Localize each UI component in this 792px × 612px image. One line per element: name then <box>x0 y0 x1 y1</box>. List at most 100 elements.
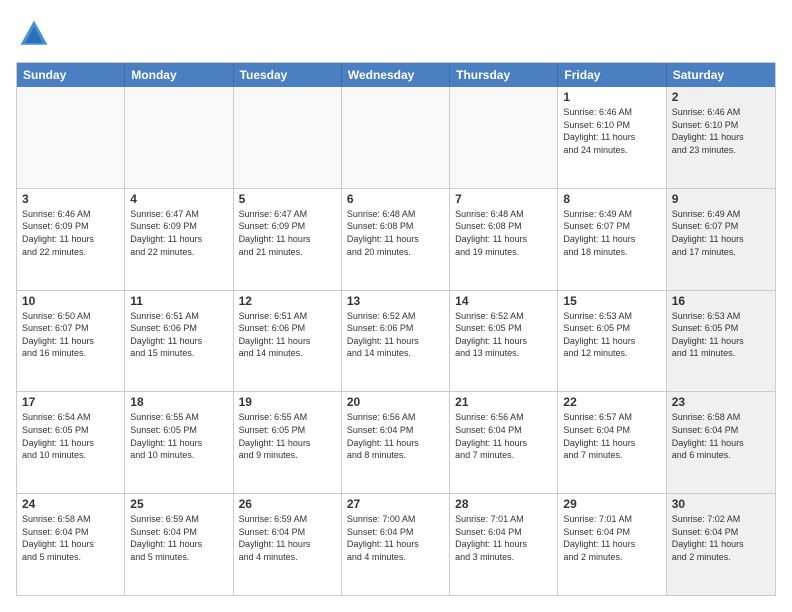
cell-info: Sunrise: 6:46 AMSunset: 6:09 PMDaylight:… <box>22 208 119 258</box>
cal-cell: 8Sunrise: 6:49 AMSunset: 6:07 PMDaylight… <box>558 189 666 290</box>
logo <box>16 16 56 52</box>
cal-cell: 18 Sunrise: 6:55 AMSunset: 6:05 PMDayligh… <box>125 392 233 493</box>
cal-cell: 3 Sunrise: 6:46 AMSunset: 6:09 PMDaylight… <box>17 189 125 290</box>
cell-info: Sunrise: 6:51 AMSunset: 6:06 PMDaylight:… <box>130 310 227 360</box>
day-number: 23 <box>672 395 770 409</box>
cal-cell: 15 Sunrise: 6:53 AMSunset: 6:05 PMDayligh… <box>558 291 666 392</box>
cell-info: Sunrise: 6:52 AMSunset: 6:06 PMDaylight:… <box>347 310 444 360</box>
page: SundayMondayTuesdayWednesdayThursdayFrid… <box>0 0 792 612</box>
day-number: 14 <box>455 294 552 308</box>
day-number: 30 <box>672 497 770 511</box>
calendar: SundayMondayTuesdayWednesdayThursdayFrid… <box>16 62 776 596</box>
cell-info: Sunrise: 6:47 AMSunset: 6:09 PMDaylight:… <box>239 208 336 258</box>
cell-info: Sunrise: 6:56 AMSunset: 6:04 PMDaylight:… <box>347 411 444 461</box>
cal-cell: 10 Sunrise: 6:50 AMSunset: 6:07 PMDayligh… <box>17 291 125 392</box>
cal-cell: 27 Sunrise: 7:00 AMSunset: 6:04 PMDayligh… <box>342 494 450 595</box>
cell-info: Sunrise: 6:58 AMSunset: 6:04 PMDaylight:… <box>22 513 119 563</box>
cal-cell <box>342 87 450 188</box>
header-day-sunday: Sunday <box>17 63 125 87</box>
cal-cell <box>234 87 342 188</box>
day-number: 18 <box>130 395 227 409</box>
cell-info: Sunrise: 6:50 AMSunset: 6:07 PMDaylight:… <box>22 310 119 360</box>
cal-cell: 12Sunrise: 6:51 AMSunset: 6:06 PMDayligh… <box>234 291 342 392</box>
day-number: 6 <box>347 192 444 206</box>
day-number: 27 <box>347 497 444 511</box>
day-number: 10 <box>22 294 119 308</box>
day-number: 11 <box>130 294 227 308</box>
cell-info: Sunrise: 6:57 AMSunset: 6:04 PMDaylight:… <box>563 411 660 461</box>
cal-cell: 19Sunrise: 6:55 AMSunset: 6:05 PMDayligh… <box>234 392 342 493</box>
day-number: 9 <box>672 192 770 206</box>
calendar-row-4: 24 Sunrise: 6:58 AMSunset: 6:04 PMDayligh… <box>17 493 775 595</box>
cal-cell: 7Sunrise: 6:48 AMSunset: 6:08 PMDaylight… <box>450 189 558 290</box>
cell-info: Sunrise: 7:01 AMSunset: 6:04 PMDaylight:… <box>563 513 660 563</box>
day-number: 26 <box>239 497 336 511</box>
cell-info: Sunrise: 6:46 AMSunset: 6:10 PMDaylight:… <box>563 106 660 156</box>
day-number: 2 <box>672 90 770 104</box>
day-number: 3 <box>22 192 119 206</box>
cal-cell: 5 Sunrise: 6:47 AMSunset: 6:09 PMDaylight… <box>234 189 342 290</box>
calendar-body: 1 Sunrise: 6:46 AMSunset: 6:10 PMDaylight… <box>17 87 775 595</box>
cell-info: Sunrise: 6:48 AMSunset: 6:08 PMDaylight:… <box>455 208 552 258</box>
cal-cell: 24 Sunrise: 6:58 AMSunset: 6:04 PMDayligh… <box>17 494 125 595</box>
cell-info: Sunrise: 6:51 AMSunset: 6:06 PMDaylight:… <box>239 310 336 360</box>
cal-cell: 28 Sunrise: 7:01 AMSunset: 6:04 PMDayligh… <box>450 494 558 595</box>
day-number: 21 <box>455 395 552 409</box>
calendar-row-2: 10 Sunrise: 6:50 AMSunset: 6:07 PMDayligh… <box>17 290 775 392</box>
cal-cell: 23 Sunrise: 6:58 AMSunset: 6:04 PMDayligh… <box>667 392 775 493</box>
cal-cell: 25Sunrise: 6:59 AMSunset: 6:04 PMDayligh… <box>125 494 233 595</box>
cal-cell: 11 Sunrise: 6:51 AMSunset: 6:06 PMDayligh… <box>125 291 233 392</box>
cell-info: Sunrise: 6:59 AMSunset: 6:04 PMDaylight:… <box>239 513 336 563</box>
cal-cell: 16 Sunrise: 6:53 AMSunset: 6:05 PMDayligh… <box>667 291 775 392</box>
cal-cell: 22Sunrise: 6:57 AMSunset: 6:04 PMDayligh… <box>558 392 666 493</box>
cell-info: Sunrise: 7:02 AMSunset: 6:04 PMDaylight:… <box>672 513 770 563</box>
cal-cell: 20 Sunrise: 6:56 AMSunset: 6:04 PMDayligh… <box>342 392 450 493</box>
day-number: 28 <box>455 497 552 511</box>
cal-cell: 13Sunrise: 6:52 AMSunset: 6:06 PMDayligh… <box>342 291 450 392</box>
day-number: 20 <box>347 395 444 409</box>
cal-cell: 30 Sunrise: 7:02 AMSunset: 6:04 PMDayligh… <box>667 494 775 595</box>
cal-cell <box>450 87 558 188</box>
cal-cell: 1 Sunrise: 6:46 AMSunset: 6:10 PMDaylight… <box>558 87 666 188</box>
cell-info: Sunrise: 6:54 AMSunset: 6:05 PMDaylight:… <box>22 411 119 461</box>
cal-cell: 17Sunrise: 6:54 AMSunset: 6:05 PMDayligh… <box>17 392 125 493</box>
cell-info: Sunrise: 6:48 AMSunset: 6:08 PMDaylight:… <box>347 208 444 258</box>
cell-info: Sunrise: 6:49 AMSunset: 6:07 PMDaylight:… <box>672 208 770 258</box>
cal-cell: 2 Sunrise: 6:46 AMSunset: 6:10 PMDaylight… <box>667 87 775 188</box>
cal-cell <box>125 87 233 188</box>
day-number: 16 <box>672 294 770 308</box>
cell-info: Sunrise: 7:01 AMSunset: 6:04 PMDaylight:… <box>455 513 552 563</box>
day-number: 24 <box>22 497 119 511</box>
day-number: 19 <box>239 395 336 409</box>
day-number: 29 <box>563 497 660 511</box>
cell-info: Sunrise: 6:46 AMSunset: 6:10 PMDaylight:… <box>672 106 770 156</box>
header-day-wednesday: Wednesday <box>342 63 450 87</box>
cell-info: Sunrise: 6:58 AMSunset: 6:04 PMDaylight:… <box>672 411 770 461</box>
day-number: 8 <box>563 192 660 206</box>
header-day-thursday: Thursday <box>450 63 558 87</box>
calendar-row-0: 1 Sunrise: 6:46 AMSunset: 6:10 PMDaylight… <box>17 87 775 188</box>
cell-info: Sunrise: 7:00 AMSunset: 6:04 PMDaylight:… <box>347 513 444 563</box>
cell-info: Sunrise: 6:56 AMSunset: 6:04 PMDaylight:… <box>455 411 552 461</box>
cell-info: Sunrise: 6:55 AMSunset: 6:05 PMDaylight:… <box>130 411 227 461</box>
cal-cell: 4Sunrise: 6:47 AMSunset: 6:09 PMDaylight… <box>125 189 233 290</box>
day-number: 5 <box>239 192 336 206</box>
cal-cell: 21 Sunrise: 6:56 AMSunset: 6:04 PMDayligh… <box>450 392 558 493</box>
logo-icon <box>16 16 52 52</box>
calendar-row-1: 3 Sunrise: 6:46 AMSunset: 6:09 PMDaylight… <box>17 188 775 290</box>
day-number: 15 <box>563 294 660 308</box>
cal-cell: 9 Sunrise: 6:49 AMSunset: 6:07 PMDaylight… <box>667 189 775 290</box>
cal-cell: 6 Sunrise: 6:48 AMSunset: 6:08 PMDaylight… <box>342 189 450 290</box>
header-day-friday: Friday <box>558 63 666 87</box>
cell-info: Sunrise: 6:53 AMSunset: 6:05 PMDaylight:… <box>563 310 660 360</box>
day-number: 25 <box>130 497 227 511</box>
cell-info: Sunrise: 6:52 AMSunset: 6:05 PMDaylight:… <box>455 310 552 360</box>
calendar-header: SundayMondayTuesdayWednesdayThursdayFrid… <box>17 63 775 87</box>
cal-cell <box>17 87 125 188</box>
day-number: 1 <box>563 90 660 104</box>
header-day-saturday: Saturday <box>667 63 775 87</box>
header-day-tuesday: Tuesday <box>234 63 342 87</box>
header-day-monday: Monday <box>125 63 233 87</box>
day-number: 4 <box>130 192 227 206</box>
cell-info: Sunrise: 6:53 AMSunset: 6:05 PMDaylight:… <box>672 310 770 360</box>
